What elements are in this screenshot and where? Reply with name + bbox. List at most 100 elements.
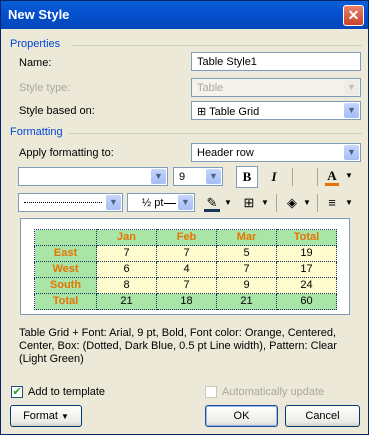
style-preview: Jan Feb Mar Total East 7 7 5 19 West 6 4… xyxy=(20,218,350,315)
borders-dropdown-icon[interactable]: ▼ xyxy=(261,198,269,207)
formatting-divider xyxy=(68,133,362,134)
chevron-down-icon: ▼ xyxy=(344,103,359,118)
table-cell: Mar xyxy=(216,229,277,246)
table-cell: 7 xyxy=(96,245,157,262)
table-cell: Total xyxy=(34,293,97,310)
apply-formatting-label: Apply formatting to: xyxy=(19,147,114,159)
table-row: South 8 7 9 24 xyxy=(34,277,337,294)
table-cell: Total xyxy=(276,229,337,246)
font-size-value: 9 xyxy=(179,171,186,183)
close-button[interactable]: ✕ xyxy=(343,5,364,26)
pen-icon: ✎ xyxy=(206,195,218,210)
name-label: Name: xyxy=(19,57,52,69)
table-row: East 7 7 5 19 xyxy=(34,245,337,262)
table-cell: 7 xyxy=(216,261,277,278)
align-center-icon: ≡ xyxy=(328,195,336,210)
table-row: Jan Feb Mar Total xyxy=(34,229,337,246)
borders-button[interactable]: ⊞ xyxy=(238,192,260,214)
add-to-template-label: Add to template xyxy=(28,386,106,398)
table-cell: 7 xyxy=(156,245,217,262)
table-cell xyxy=(34,229,97,246)
table-cell: Jan xyxy=(96,229,157,246)
table-cell: Feb xyxy=(156,229,217,246)
dialog-title: New Style xyxy=(8,7,70,22)
font-color-button[interactable]: A xyxy=(321,165,343,187)
chevron-down-icon: ▼ xyxy=(178,195,193,210)
toolbar-separator xyxy=(317,194,318,212)
font-color-dropdown-icon[interactable]: ▼ xyxy=(345,171,353,180)
dotted-line-icon xyxy=(24,202,102,203)
table-cell: 19 xyxy=(276,245,337,262)
table-cell: South xyxy=(34,277,97,294)
paint-bucket-icon: ◈ xyxy=(287,195,297,210)
style-description: Table Grid + Font: Arial, 9 pt, Bold, Fo… xyxy=(19,327,337,365)
based-on-value: Table Grid xyxy=(209,106,260,118)
border-color-button[interactable]: ✎ xyxy=(201,192,223,214)
based-on-label: Style based on: xyxy=(19,105,95,117)
chevron-down-icon: ▼ xyxy=(151,169,166,184)
line-weight-select[interactable]: ½ pt ▼ xyxy=(127,193,195,212)
table-row: Total 21 18 21 60 xyxy=(34,293,337,310)
toolbar-separator xyxy=(317,168,318,186)
properties-heading: Properties xyxy=(10,38,61,50)
format-button[interactable]: Format ▼ xyxy=(10,405,82,427)
ok-button[interactable]: OK xyxy=(205,405,278,427)
font-size-select[interactable]: 9 ▼ xyxy=(173,167,223,186)
apply-formatting-value: Header row xyxy=(197,147,254,159)
table-grid-icon: ⊞ xyxy=(197,106,207,118)
shading-button[interactable]: ◈ xyxy=(281,192,303,214)
table-cell: 7 xyxy=(156,277,217,294)
table-row: West 6 4 7 17 xyxy=(34,261,337,278)
cancel-button[interactable]: Cancel xyxy=(285,405,360,427)
table-cell: 17 xyxy=(276,261,337,278)
style-type-select[interactable]: Table ▼ xyxy=(191,78,361,97)
style-type-label: Style type: xyxy=(19,82,71,94)
table-cell: 8 xyxy=(96,277,157,294)
auto-update-checkbox[interactable] xyxy=(205,386,217,398)
shading-dropdown-icon[interactable]: ▼ xyxy=(303,198,311,207)
border-color-dropdown-icon[interactable]: ▼ xyxy=(224,198,232,207)
toolbar-separator xyxy=(276,194,277,212)
style-type-value: Table xyxy=(197,82,224,94)
table-cell: East xyxy=(34,245,97,262)
all-borders-icon: ⊞ xyxy=(243,195,255,210)
properties-divider xyxy=(71,45,362,46)
line-style-select[interactable]: ▼ xyxy=(18,193,123,212)
based-on-select[interactable]: ⊞ Table Grid ▼ xyxy=(191,101,361,120)
table-cell: West xyxy=(34,261,97,278)
table-cell: 6 xyxy=(96,261,157,278)
table-cell: 21 xyxy=(96,293,157,310)
table-cell: 9 xyxy=(216,277,277,294)
title-bar[interactable]: New Style ✕ xyxy=(1,1,368,29)
font-color-swatch xyxy=(325,183,339,186)
table-cell: 18 xyxy=(156,293,217,310)
chevron-down-icon: ▼ xyxy=(206,169,221,184)
chevron-down-icon: ▼ xyxy=(106,195,121,210)
auto-update-label: Automatically update xyxy=(222,386,325,398)
preview-table: Jan Feb Mar Total East 7 7 5 19 West 6 4… xyxy=(34,229,337,310)
chevron-down-icon: ▼ xyxy=(344,145,359,160)
line-weight-value: ½ pt xyxy=(142,197,164,209)
format-button-label: Format xyxy=(23,410,58,422)
new-style-dialog: New Style ✕ Properties Name: Table Style… xyxy=(0,0,369,435)
table-cell: 5 xyxy=(216,245,277,262)
name-value: Table Style1 xyxy=(197,56,257,68)
font-name-select[interactable]: ▼ xyxy=(18,167,168,186)
chevron-down-icon: ▼ xyxy=(344,80,359,95)
table-cell: 21 xyxy=(216,293,277,310)
table-cell: 60 xyxy=(276,293,337,310)
border-color-swatch xyxy=(204,209,220,212)
table-cell: 4 xyxy=(156,261,217,278)
apply-formatting-select[interactable]: Header row ▼ xyxy=(191,143,361,162)
alignment-dropdown-icon[interactable]: ▼ xyxy=(345,198,353,207)
chevron-down-icon: ▼ xyxy=(60,412,69,421)
table-cell: 24 xyxy=(276,277,337,294)
toolbar-separator xyxy=(292,168,293,186)
italic-button[interactable]: I xyxy=(263,166,285,188)
alignment-button[interactable]: ≡ xyxy=(321,192,343,214)
line-weight-sample-icon xyxy=(164,203,176,204)
bold-button[interactable]: B xyxy=(236,166,258,188)
formatting-heading: Formatting xyxy=(10,126,63,138)
name-input[interactable]: Table Style1 xyxy=(191,52,361,71)
add-to-template-checkbox[interactable]: ✔ xyxy=(11,386,23,398)
